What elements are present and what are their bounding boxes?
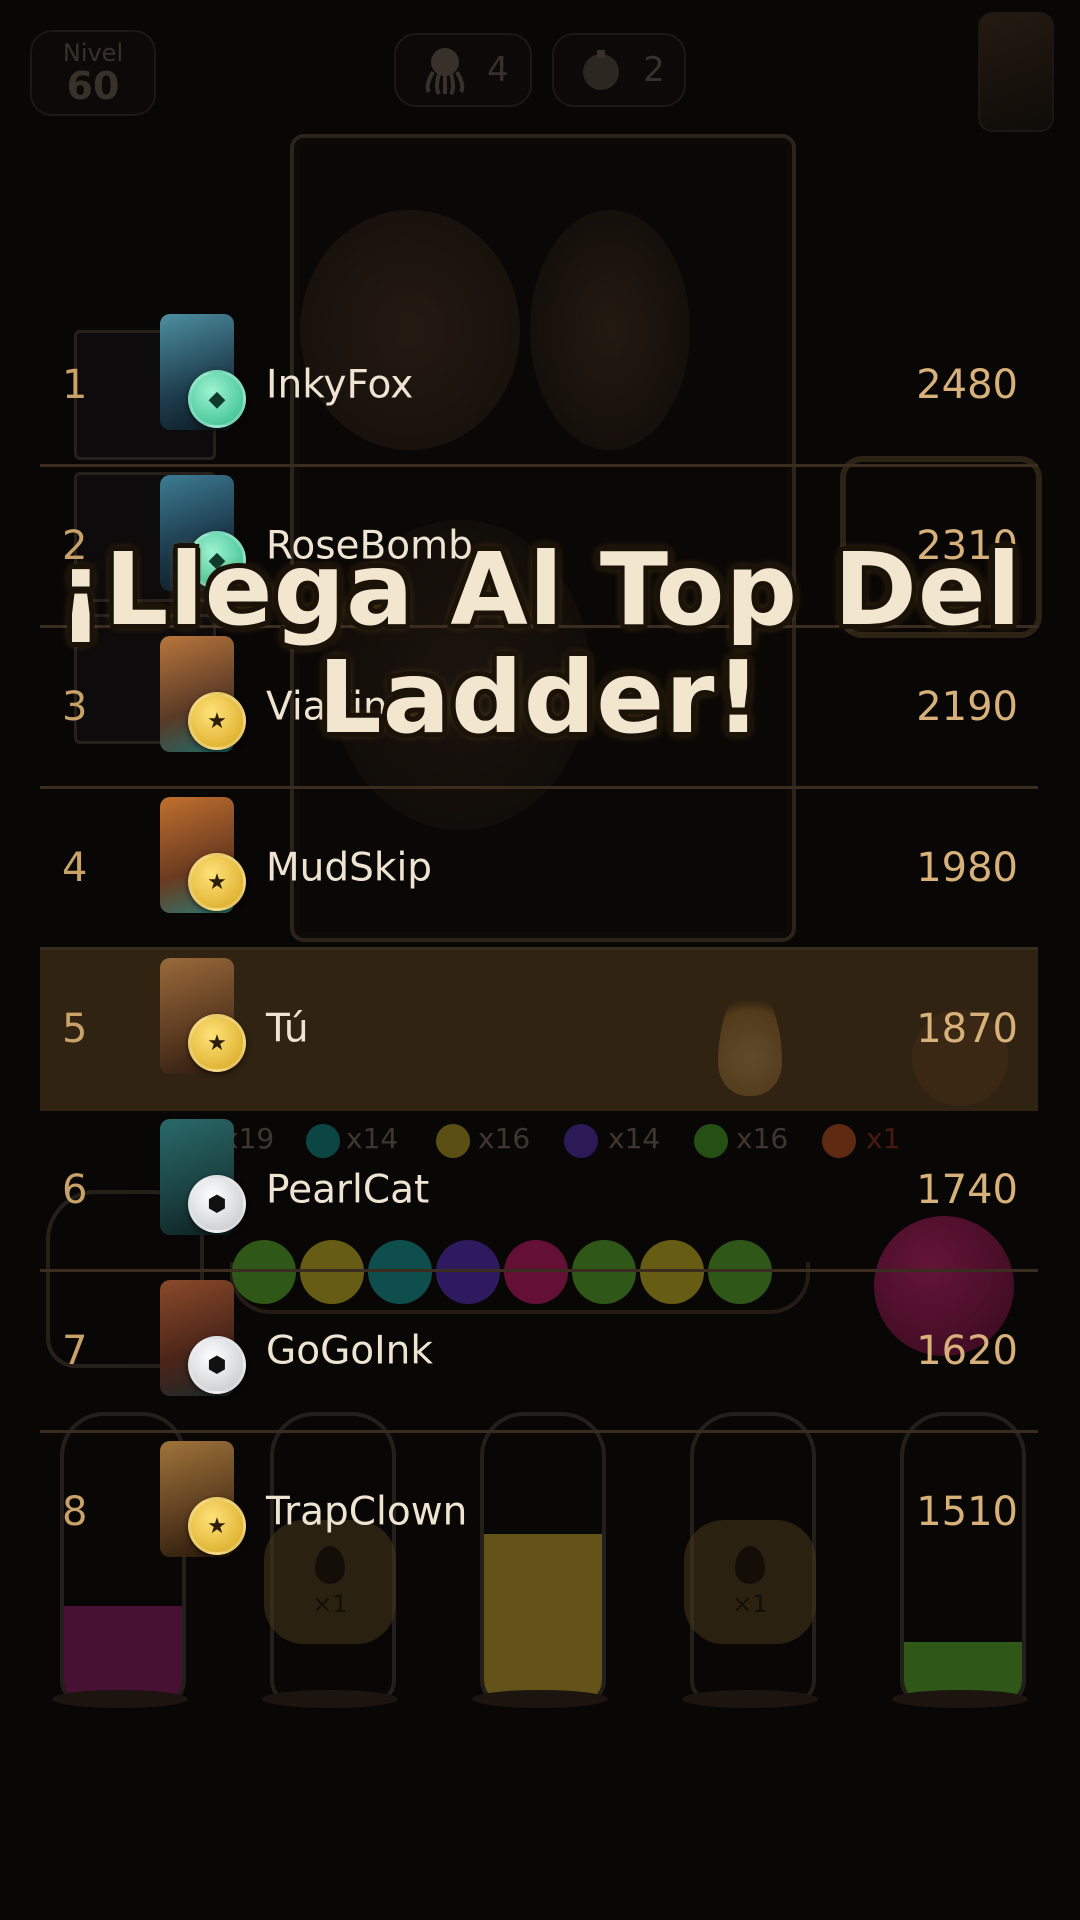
player-name: TrapClown (266, 1489, 468, 1535)
diamond-badge-icon: ◆ (188, 370, 246, 428)
headline-line-1: ¡Llega Al Top Del (58, 531, 1022, 648)
leaderboard: 1 ◆ InkyFox 2480 2 ◆ RoseBomb 2310 3 ★ V… (40, 306, 1038, 1591)
player-name: Tú (266, 1006, 309, 1052)
score: 2480 (916, 362, 1018, 408)
score: 1510 (916, 1489, 1018, 1535)
star-badge-icon: ★ (188, 1014, 246, 1072)
player-name: GoGoInk (266, 1328, 433, 1374)
bottle-base (52, 1690, 188, 1708)
rank: 1 (62, 362, 88, 408)
level-indicator: Nivel 60 (30, 30, 156, 116)
bomb-counter[interactable]: 2 (552, 33, 686, 107)
shield-badge-icon: ⬢ (188, 1175, 246, 1233)
octopus-counter[interactable]: 4 (394, 33, 532, 107)
player-name: MudSkip (266, 845, 433, 891)
octopus-icon (425, 48, 465, 96)
score: 1620 (916, 1328, 1018, 1374)
rank: 4 (62, 845, 88, 891)
score: 1740 (916, 1167, 1018, 1213)
star-badge-icon: ★ (188, 1497, 246, 1555)
leaderboard-row: 7 ⬢ GoGoInk 1620 (40, 1272, 1038, 1433)
bomb-count: 2 (643, 50, 665, 90)
player-name: InkyFox (266, 362, 414, 408)
drop-count: ×1 (312, 1590, 348, 1618)
rank: 7 (62, 1328, 88, 1374)
level-label: Nivel (62, 39, 124, 67)
rank: 8 (62, 1489, 88, 1535)
rank: 5 (62, 1006, 88, 1052)
star-badge-icon: ★ (188, 853, 246, 911)
bottle-base (682, 1690, 818, 1708)
score: 1870 (916, 1006, 1018, 1052)
leaderboard-row: 8 ★ TrapClown 1510 (40, 1433, 1038, 1591)
bottle-base (262, 1690, 398, 1708)
level-value: 60 (66, 64, 120, 108)
leaderboard-row-current-user: 5 ★ Tú 1870 (40, 950, 1038, 1111)
bottle-base (472, 1690, 608, 1708)
leaderboard-row: 1 ◆ InkyFox 2480 (40, 306, 1038, 467)
shield-badge-icon: ⬢ (188, 1336, 246, 1394)
rank: 6 (62, 1167, 88, 1213)
drop-count: ×1 (732, 1590, 768, 1618)
promo-headline: ¡Llega Al Top Del Ladder! (0, 536, 1080, 752)
octopus-count: 4 (487, 50, 509, 90)
bottle-base (892, 1690, 1028, 1708)
leaderboard-row: 4 ★ MudSkip 1980 (40, 789, 1038, 950)
headline-line-2: Ladder! (317, 639, 763, 756)
deck-card-button[interactable] (978, 12, 1054, 132)
leaderboard-row: 6 ⬢ PearlCat 1740 (40, 1111, 1038, 1272)
score: 1980 (916, 845, 1018, 891)
bomb-icon (583, 50, 620, 90)
player-name: PearlCat (266, 1167, 430, 1213)
